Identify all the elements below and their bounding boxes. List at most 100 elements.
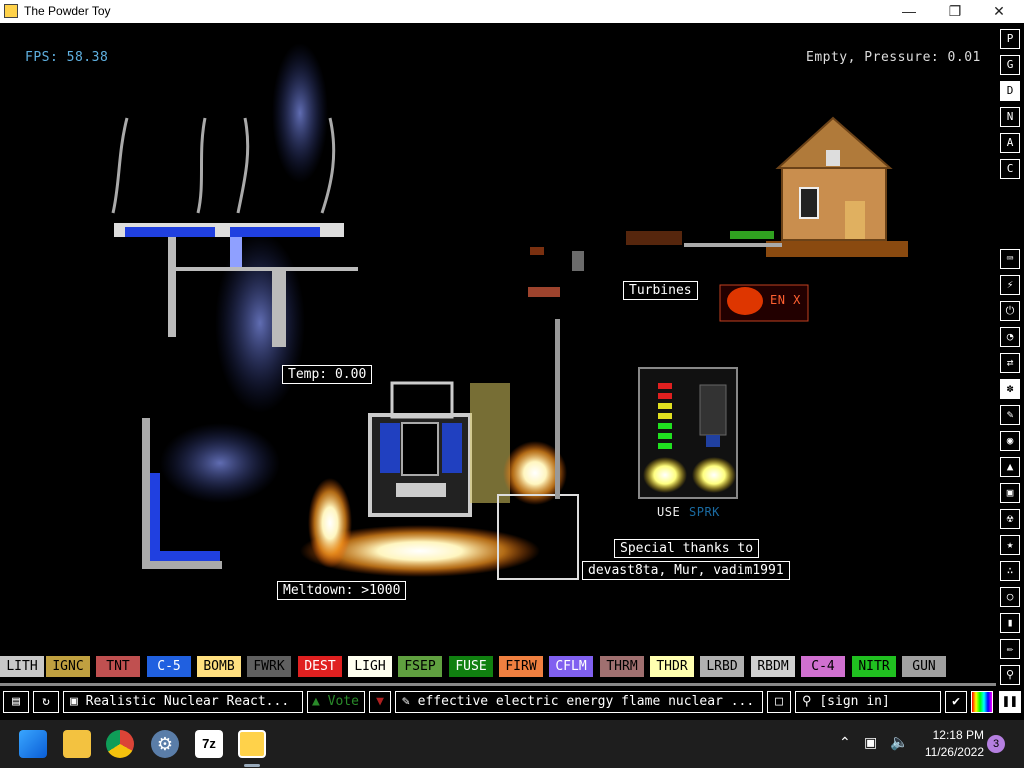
box-icon: ▣ [1006, 486, 1014, 499]
save-title-button[interactable]: ▣ Realistic Nuclear React... [63, 691, 303, 713]
vote-down-button[interactable]: ▼ [369, 691, 391, 713]
settings-app-button[interactable]: ⚙ [151, 730, 179, 758]
power-icon: ⏻ [1005, 304, 1015, 317]
life-button[interactable]: ∴ [1000, 561, 1020, 581]
settings-button[interactable]: ✔ [945, 691, 967, 713]
display-mode-p[interactable]: P [1000, 29, 1020, 49]
gases-button[interactable]: ✎ [1000, 405, 1020, 425]
clear-sim-button[interactable]: □ [767, 691, 791, 713]
decoration-button[interactable]: ✏ [1000, 639, 1020, 659]
element-thdr[interactable]: THDR [650, 656, 694, 677]
element-dest[interactable]: DEST [298, 656, 342, 677]
element-scrollbar[interactable] [0, 683, 996, 686]
display-mode-n[interactable]: N [1000, 107, 1020, 127]
sign-in-button[interactable]: ⚲ [sign in] [795, 691, 941, 713]
drop-icon: ◉ [1006, 434, 1014, 447]
explosives-button[interactable]: ✽ [1000, 379, 1020, 399]
pen-icon: ✏ [1006, 642, 1014, 655]
tags-button[interactable]: ✎ effective electric energy flame nuclea… [395, 691, 763, 713]
element-fsep[interactable]: FSEP [398, 656, 442, 677]
minimize-button[interactable]: — [886, 0, 932, 23]
element-ignc[interactable]: IGNC [46, 656, 90, 677]
element-rbdm[interactable]: RBDM [751, 656, 795, 677]
smoke-plume-lower [215, 233, 305, 413]
arrow-down-icon: ▼ [376, 694, 384, 709]
7zip-button[interactable]: 7z [195, 730, 223, 758]
file-explorer-button[interactable] [63, 730, 91, 758]
credits-label: devast8ta, Mur, vadim1991 [582, 561, 790, 580]
tags-text: effective electric energy flame nuclear … [417, 694, 755, 709]
use-label: USE [657, 505, 681, 519]
start-button[interactable] [19, 730, 47, 758]
element-fwrk[interactable]: FWRK [247, 656, 291, 677]
pause-button[interactable]: ❚❚ [999, 691, 1021, 713]
water-tank [142, 418, 150, 568]
house [626, 116, 908, 257]
sprk-label: SPRK [689, 505, 720, 519]
solids-button[interactable]: ▣ [1000, 483, 1020, 503]
powder-toy-taskbar-button[interactable] [238, 730, 266, 758]
close-button[interactable]: ✕ [976, 0, 1022, 23]
dots-icon: ∴ [1006, 564, 1014, 577]
open-button[interactable]: ▤ [3, 691, 29, 713]
fps-readout: FPS: 58.38 [25, 50, 109, 65]
element-firw[interactable]: FIRW [499, 656, 543, 677]
search-button[interactable]: ⚲ [1000, 665, 1020, 685]
powered-button[interactable]: ⏻ [1000, 301, 1020, 321]
clock-date[interactable]: 11/26/2022 [916, 745, 984, 759]
volume-icon[interactable]: 🔈 [890, 733, 909, 751]
tag-icon: ✎ [402, 694, 410, 709]
element-thrm[interactable]: THRM [600, 656, 644, 677]
simulation-drawing [111, 43, 908, 580]
notification-badge[interactable]: 3 [987, 735, 1005, 753]
gear-icon: ⚙ [156, 734, 174, 754]
renderer-button[interactable] [971, 691, 993, 713]
element-bomb[interactable]: BOMB [197, 656, 241, 677]
tools-button[interactable]: ○ [1000, 587, 1020, 607]
element-ligh[interactable]: LIGH [348, 656, 392, 677]
display-mode-c[interactable]: C [1000, 159, 1020, 179]
special-button[interactable]: ★ [1000, 535, 1020, 555]
force-button[interactable]: ⇄ [1000, 353, 1020, 373]
keyboard-icon: ⌨ [1006, 252, 1014, 265]
element-tnt[interactable]: TNT [96, 656, 140, 677]
sensors-button[interactable]: ◔ [1000, 327, 1020, 347]
keyboard-button[interactable]: ⌨ [1000, 249, 1020, 269]
liquids-button[interactable]: ◉ [1000, 431, 1020, 451]
radiation-icon: ☢ [1006, 512, 1014, 525]
electronics-button[interactable]: ⚡ [1000, 275, 1020, 295]
reload-button[interactable]: ↻ [33, 691, 59, 713]
element-c-5[interactable]: C-5 [147, 656, 191, 677]
key-icon: ⚲ [802, 694, 812, 709]
radioactive-button[interactable]: ☢ [1000, 509, 1020, 529]
element-lith[interactable]: LITH [0, 656, 44, 677]
element-lrbd[interactable]: LRBD [700, 656, 744, 677]
element-gun[interactable]: GUN [902, 656, 946, 677]
smoke-cloud [160, 423, 280, 503]
display-mode-d[interactable]: D [1000, 81, 1020, 101]
element-cflm[interactable]: CFLM [549, 656, 593, 677]
chrome-button[interactable] [106, 730, 134, 758]
bookmark-icon: ▮ [1006, 616, 1014, 629]
chevron-up-icon[interactable]: ⌃ [839, 734, 851, 751]
vote-up-button[interactable]: ▲ Vote [307, 691, 365, 713]
maximize-button[interactable]: ❐ [932, 0, 978, 23]
clock-time[interactable]: 12:18 PM [922, 728, 984, 742]
element-nitr[interactable]: NITR [852, 656, 896, 677]
powders-button[interactable]: ▲ [1000, 457, 1020, 477]
element-fuse[interactable]: FUSE [449, 656, 493, 677]
sign-in-label: [sign in] [819, 694, 890, 709]
plug-icon: ⚡ [1006, 278, 1014, 291]
meltdown-label: Meltdown: >1000 [277, 581, 407, 600]
simulation-canvas[interactable]: FPS: 58.38 Empty, Pressure: 0.01 Turbine… [0, 23, 996, 653]
element-c-4[interactable]: C-4 [801, 656, 845, 677]
cooling-tower-left [111, 117, 129, 214]
window-title: The Powder Toy [24, 4, 111, 18]
display-mode-a[interactable]: A [1000, 133, 1020, 153]
favourites-button[interactable]: ▮ [1000, 613, 1020, 633]
pipe-vertical [555, 319, 560, 499]
display-mode-g[interactable]: G [1000, 55, 1020, 75]
maximize-icon: ❐ [948, 3, 962, 19]
network-icon[interactable]: ▣ [864, 734, 877, 751]
arrows-icon: ⇄ [1006, 356, 1014, 369]
